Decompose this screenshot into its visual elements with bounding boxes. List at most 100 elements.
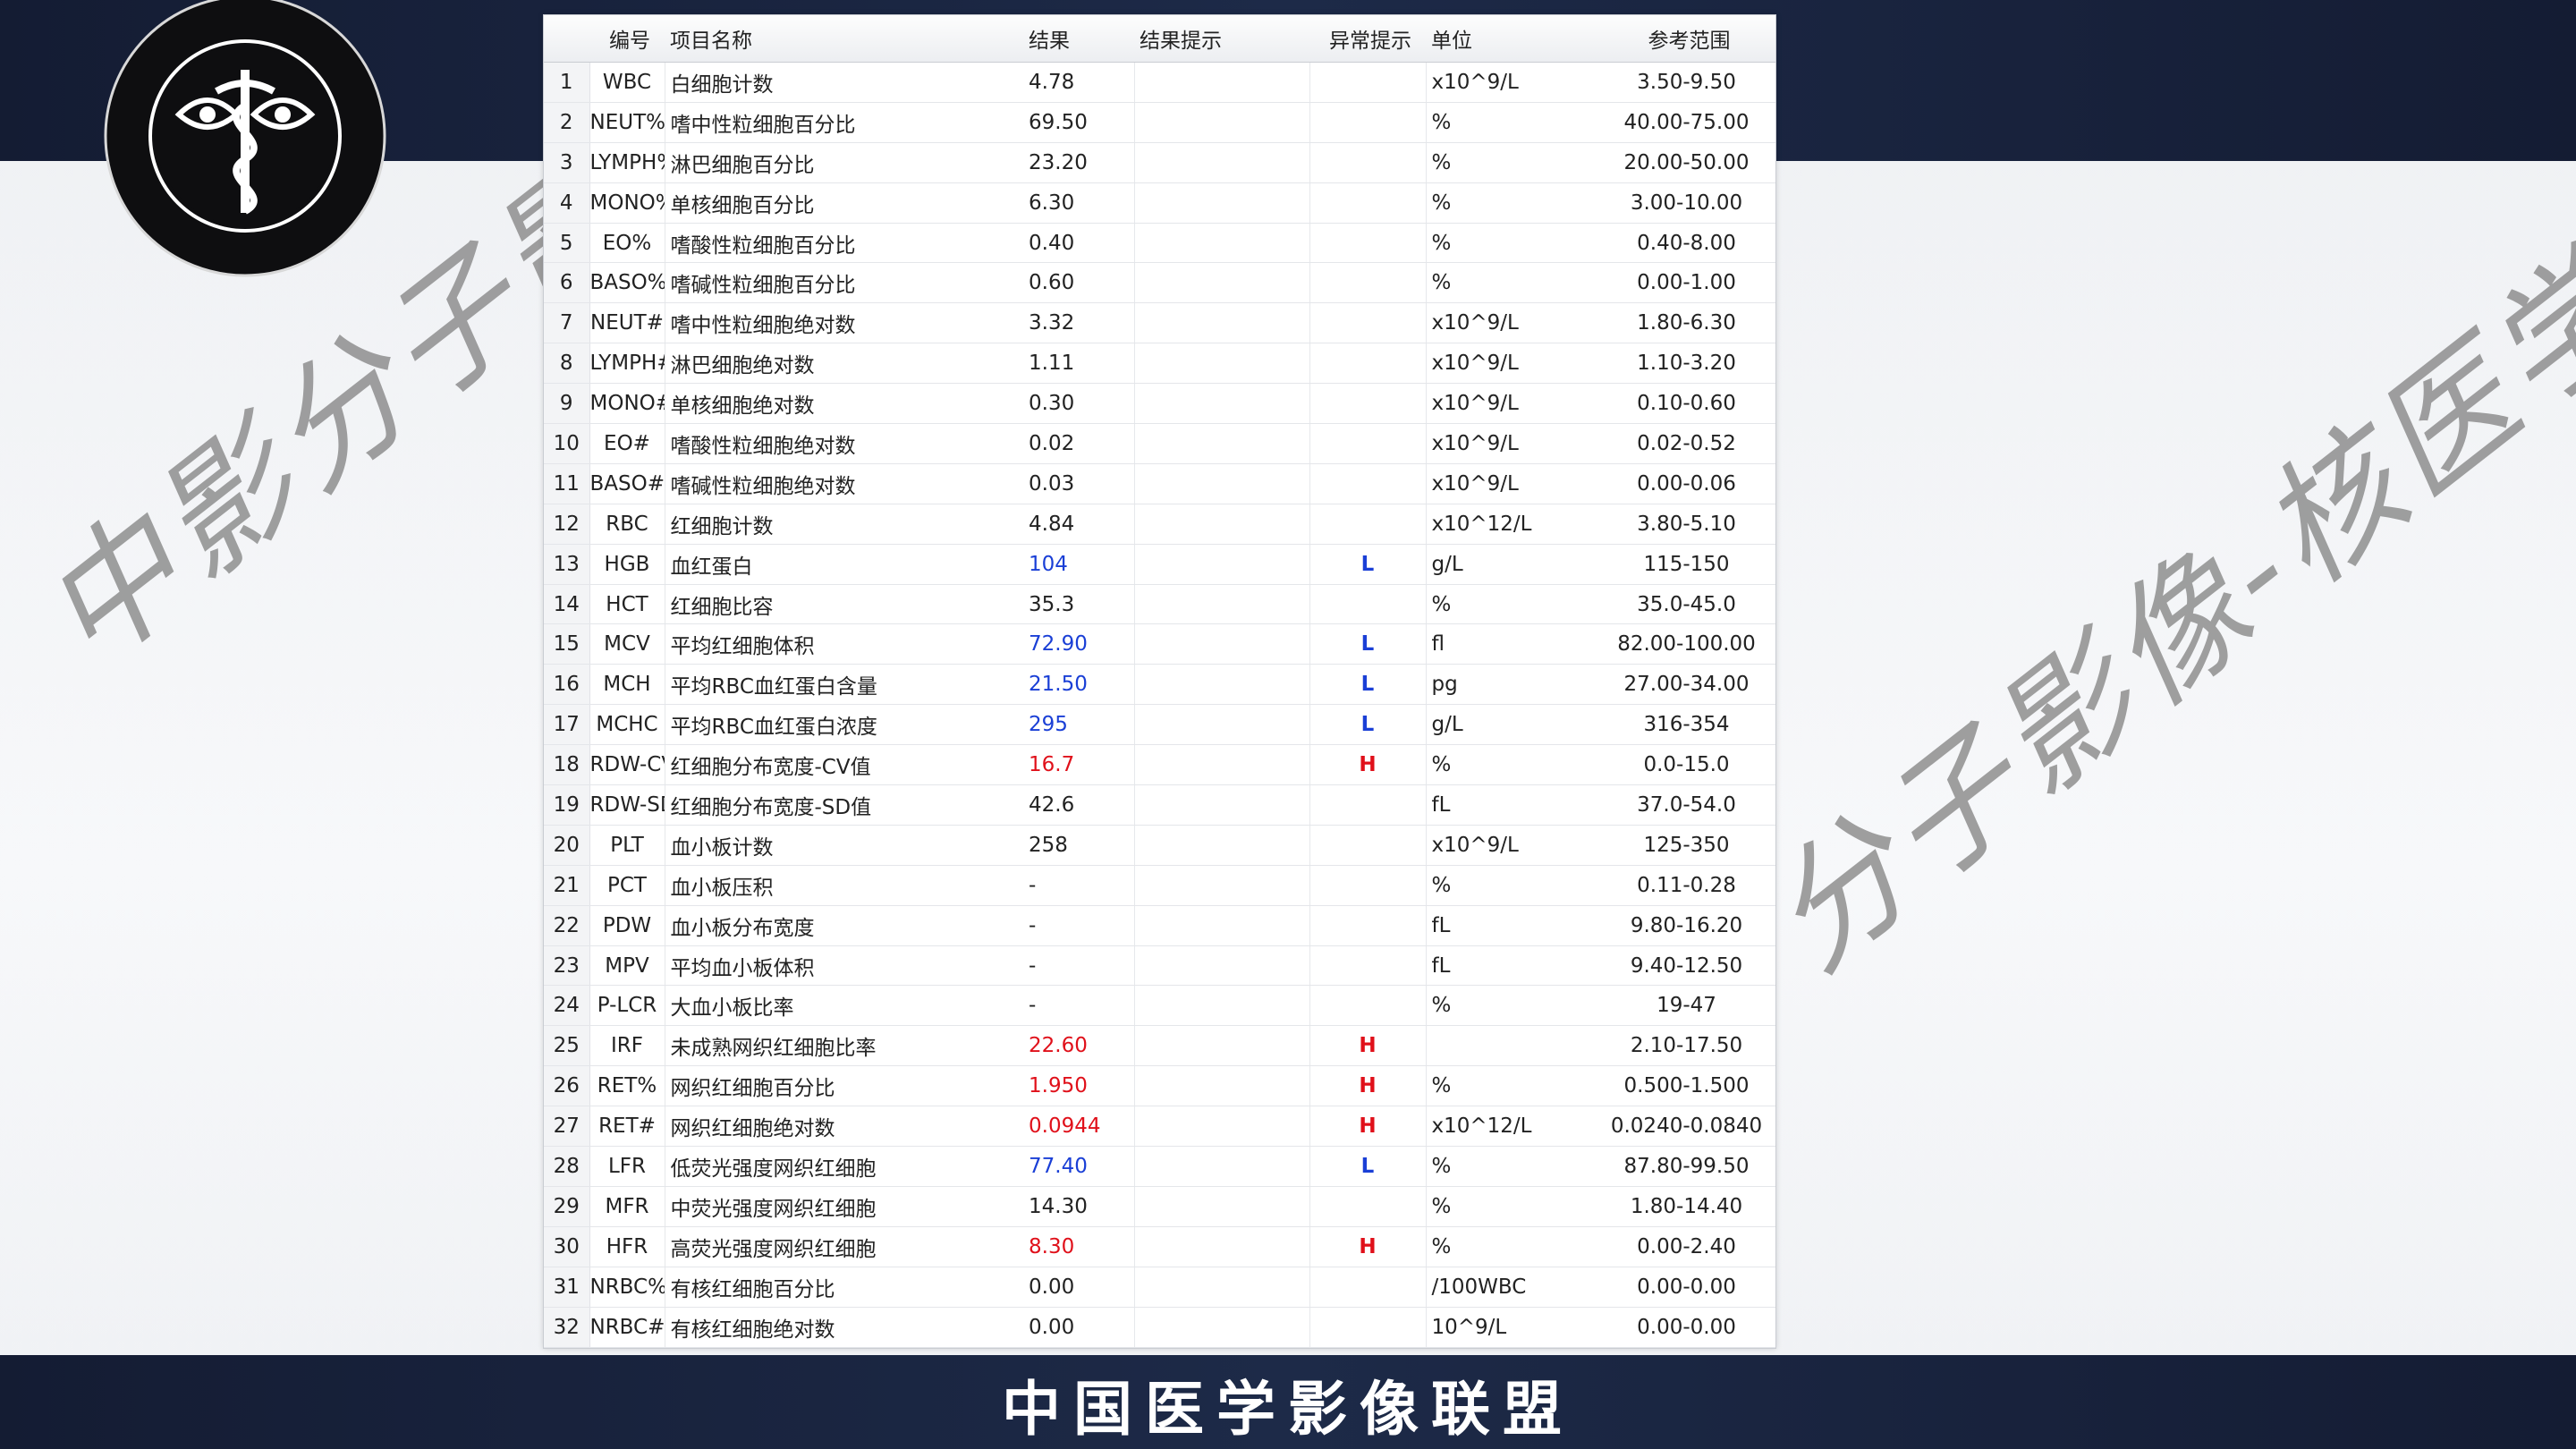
test-name: 低荧光强度网织红细胞 (665, 1146, 959, 1187)
reference-range: 1.10-3.20 (1597, 343, 1775, 385)
result-hint (1134, 664, 1310, 706)
test-name: 有核红细胞绝对数 (665, 1307, 959, 1348)
row-number: 16 (544, 664, 590, 706)
unit: x10^9/L (1426, 825, 1597, 866)
test-code: EO# (589, 423, 665, 464)
result-value: 72.90 (959, 623, 1135, 665)
test-code: MONO% (589, 182, 665, 224)
result-hint (1134, 223, 1310, 264)
result-hint (1134, 182, 1310, 224)
row-number: 15 (544, 623, 590, 665)
table-row: 28 LFR 低荧光强度网织红细胞 77.40 L% 87.80-99.50 (544, 1146, 1775, 1187)
reference-range: 0.500-1.500 (1597, 1065, 1775, 1107)
result-hint (1134, 1226, 1310, 1267)
abnormal-flag: H (1309, 1106, 1427, 1148)
row-number: 3 (544, 142, 590, 183)
reference-range: 27.00-34.00 (1597, 664, 1775, 706)
test-code: NRBC# (589, 1307, 665, 1348)
abnormal-flag (1309, 1267, 1427, 1308)
result-value: 3.32 (959, 302, 1135, 344)
result-hint (1134, 985, 1310, 1027)
result-value: 104 (959, 544, 1135, 585)
unit: % (1426, 865, 1597, 906)
reference-range: 9.80-16.20 (1597, 905, 1775, 946)
test-name: 血小板压积 (665, 865, 959, 906)
row-number: 32 (544, 1307, 590, 1348)
table-row: 10 EO# 嗜酸性粒细胞绝对数 0.02 x10^9/L 0.02-0.52 (544, 423, 1775, 464)
result-hint (1134, 102, 1310, 143)
table-row: 7 NEUT# 嗜中性粒细胞绝对数 3.32 x10^9/L 1.80-6.30 (544, 302, 1775, 344)
result-value: 77.40 (959, 1146, 1135, 1187)
test-code: BASO# (589, 463, 665, 504)
reference-range: 115-150 (1597, 544, 1775, 585)
unit: g/L (1426, 544, 1597, 585)
unit: x10^9/L (1426, 343, 1597, 385)
test-code: MCH (589, 664, 665, 706)
test-code: PDW (589, 905, 665, 946)
test-code: LYMPH% (589, 142, 665, 183)
reference-range: 0.00-2.40 (1597, 1226, 1775, 1267)
abnormal-flag (1309, 423, 1427, 464)
reference-range: 125-350 (1597, 825, 1775, 866)
unit: g/L (1426, 704, 1597, 746)
result-value: 22.60 (959, 1025, 1135, 1067)
row-number: 29 (544, 1186, 590, 1227)
unit: x10^9/L (1426, 302, 1597, 344)
result-value: 42.6 (959, 784, 1135, 826)
lab-report-table: 编号 项目名称 结果 结果提示 异常提示 单位 参考范围 1 WBC 白细胞计数 4.… (543, 14, 1776, 1349)
abnormal-flag: H (1309, 1226, 1427, 1267)
test-code: RDW-SD (589, 784, 665, 826)
result-hint (1134, 744, 1310, 786)
result-hint (1134, 1146, 1310, 1187)
row-number: 10 (544, 423, 590, 464)
col-header-unit: 单位 (1426, 15, 1597, 63)
alliance-logo (104, 0, 386, 277)
row-number: 7 (544, 302, 590, 344)
reference-range: 3.80-5.10 (1597, 504, 1775, 545)
row-number: 8 (544, 343, 590, 385)
unit: x10^9/L (1426, 463, 1597, 504)
abnormal-flag: H (1309, 1065, 1427, 1107)
unit (1426, 1025, 1597, 1067)
abnormal-flag (1309, 584, 1427, 625)
result-hint (1134, 544, 1310, 585)
table-row: 27 RET# 网织红细胞绝对数 0.0944 Hx10^12/L 0.0240-0.08… (544, 1106, 1775, 1148)
table-row: 32 NRBC# 有核红细胞绝对数 0.00 10^9/L 0.00-0.00 (544, 1307, 1775, 1348)
test-name: 红细胞分布宽度-SD值 (665, 784, 959, 826)
result-hint (1134, 463, 1310, 504)
table-row: 14 HCT 红细胞比容 35.3% 35.0-45.0 (544, 584, 1775, 625)
result-value: 0.03 (959, 463, 1135, 504)
row-number: 19 (544, 784, 590, 826)
test-name: 未成熟网织红细胞比率 (665, 1025, 959, 1067)
unit: x10^12/L (1426, 1106, 1597, 1148)
result-value: - (959, 905, 1135, 946)
test-name: 血红蛋白 (665, 544, 959, 585)
row-number: 22 (544, 905, 590, 946)
test-name: 嗜酸性粒细胞绝对数 (665, 423, 959, 464)
result-hint (1134, 865, 1310, 906)
test-code: HCT (589, 584, 665, 625)
result-hint (1134, 584, 1310, 625)
result-hint (1134, 1025, 1310, 1067)
result-hint (1134, 1267, 1310, 1308)
result-value: - (959, 945, 1135, 987)
result-hint (1134, 1307, 1310, 1348)
abnormal-flag (1309, 865, 1427, 906)
result-value: 0.40 (959, 223, 1135, 264)
abnormal-flag: L (1309, 623, 1427, 665)
unit: fL (1426, 945, 1597, 987)
result-hint (1134, 383, 1310, 425)
reference-range: 0.00-0.06 (1597, 463, 1775, 504)
row-number: 2 (544, 102, 590, 143)
table-row: 19RDW-SD红细胞分布宽度-SD值42.6 fL37.0-54.0 (544, 784, 1775, 826)
result-hint (1134, 945, 1310, 987)
test-code: HGB (589, 544, 665, 585)
abnormal-flag (1309, 463, 1427, 504)
test-code: WBC (589, 62, 665, 103)
row-number: 12 (544, 504, 590, 545)
test-code: MPV (589, 945, 665, 987)
reference-range: 0.10-0.60 (1597, 383, 1775, 425)
unit: fl (1426, 623, 1597, 665)
col-header-hint: 结果提示 (1134, 15, 1309, 63)
unit: /100WBC (1426, 1267, 1597, 1308)
